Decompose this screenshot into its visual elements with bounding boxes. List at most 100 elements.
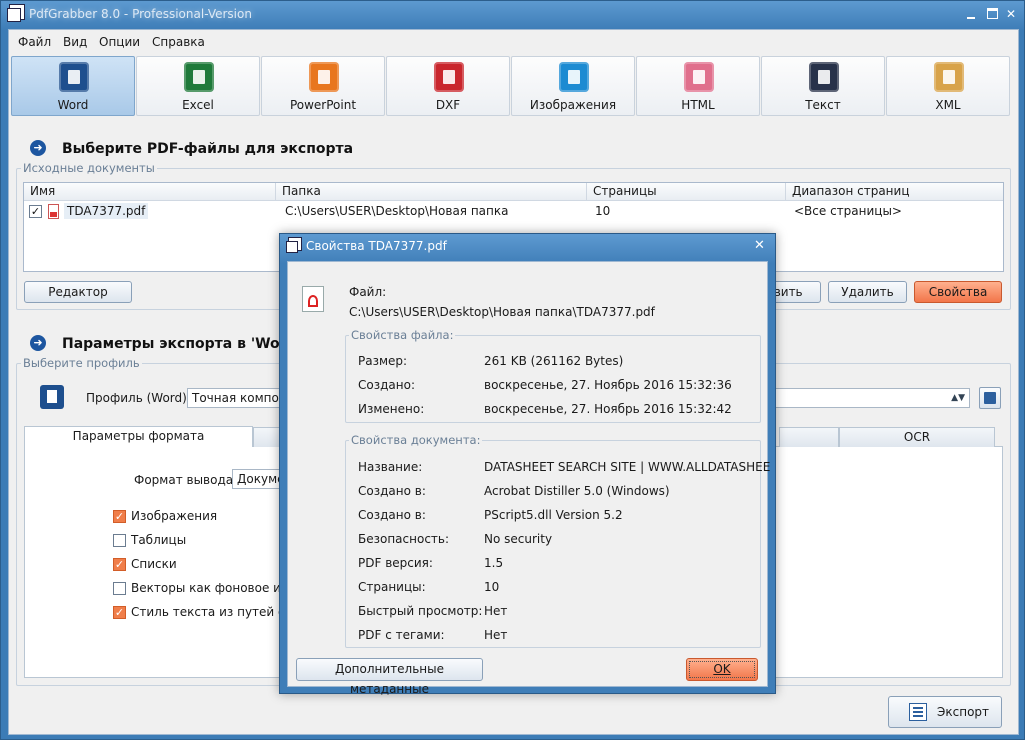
file-props-label: Свойства файла: (349, 328, 456, 342)
maximize-icon[interactable] (987, 8, 998, 19)
format-icon (184, 62, 214, 92)
option-checkbox[interactable] (113, 582, 126, 595)
format-button-3[interactable]: DXF (386, 56, 510, 116)
property-label: PDF с тегами: (358, 628, 445, 642)
dialog-close-icon[interactable]: ✕ (754, 238, 765, 253)
property-label: Изменено: (358, 402, 425, 416)
row-checkbox[interactable]: ✓ (29, 205, 42, 218)
tab-hidden-2[interactable] (779, 427, 839, 447)
word-profile-icon (40, 385, 64, 409)
extra-metadata-button[interactable]: Дополнительные метаданные (296, 658, 483, 696)
output-format-label: Формат вывода: (134, 473, 238, 487)
pdf-document-icon (302, 286, 324, 312)
menu-file[interactable]: Файл (18, 35, 51, 49)
profile-label: Профиль (Word): (86, 391, 191, 405)
format-button-5[interactable]: HTML (636, 56, 760, 116)
doc-props-label: Свойства документа: (349, 433, 483, 447)
property-label: Страницы: (358, 580, 426, 594)
format-label: HTML (681, 98, 715, 112)
format-button-4[interactable]: Изображения (511, 56, 635, 116)
format-toolbar: Word Excel PowerPoint DXF Изображения HTML Тек… (11, 56, 1016, 118)
save-profile-button[interactable] (979, 387, 1001, 409)
format-icon (934, 62, 964, 92)
close-icon[interactable]: ✕ (1005, 8, 1017, 20)
format-button-0[interactable]: Word (11, 56, 135, 116)
property-value: Нет (484, 604, 508, 618)
property-label: Название: (358, 460, 423, 474)
option-label: Изображения (131, 509, 218, 523)
menu-options[interactable]: Опции (99, 35, 140, 49)
row-folder: C:\Users\USER\Desktop\Новая папка (285, 204, 509, 218)
property-label: Создано в: (358, 508, 426, 522)
spin-arrows-icon[interactable]: ▲▼ (951, 389, 965, 407)
option-label: Списки (131, 557, 177, 571)
ok-button[interactable]: OK (686, 658, 758, 681)
row-pages: 10 (595, 204, 611, 218)
save-icon (984, 392, 996, 404)
editor-button[interactable]: Редактор (24, 281, 132, 303)
format-label: PowerPoint (289, 98, 357, 112)
source-docs-label: Исходные документы (21, 161, 157, 175)
format-button-1[interactable]: Excel (136, 56, 260, 116)
format-icon (309, 62, 339, 92)
file-path: C:\Users\USER\Desktop\Новая папка\TDA737… (349, 305, 655, 319)
tab-format-params[interactable]: Параметры формата (24, 426, 253, 447)
select-section-title: Выберите PDF-файлы для экспорта (62, 141, 354, 157)
pdf-file-icon (48, 204, 59, 219)
format-icon (684, 62, 714, 92)
format-icon (559, 62, 589, 92)
format-icon (434, 62, 464, 92)
option-label: Векторы как фоновое изоб (131, 581, 303, 595)
property-value: воскресенье, 27. Ноябрь 2016 15:32:36 (484, 378, 732, 392)
format-button-7[interactable]: XML (886, 56, 1010, 116)
dialog-icon (286, 241, 298, 253)
format-icon (809, 62, 839, 92)
format-label: Текст (805, 98, 841, 112)
property-label: Создано: (358, 378, 415, 392)
format-label: DXF (435, 98, 461, 112)
property-value: No security (484, 532, 553, 546)
menu-bar: Файл Вид Опции Справка (9, 30, 1018, 54)
output-format-combo[interactable]: Докумен (232, 469, 284, 489)
window-title: PdfGrabber 8.0 - Professional-Version (29, 7, 252, 21)
app-icon (7, 8, 21, 22)
export-button[interactable]: Экспорт (888, 696, 1002, 728)
col-header-folder[interactable]: Папка (276, 183, 587, 201)
dialog-client: Файл: C:\Users\USER\Desktop\Новая папка\… (287, 261, 771, 696)
title-bar[interactable]: PdfGrabber 8.0 - Professional-Version ✕ (1, 1, 1024, 29)
format-label: Изображения (529, 98, 617, 112)
col-header-name[interactable]: Имя (24, 183, 276, 201)
col-header-range[interactable]: Диапазон страниц (786, 183, 1003, 201)
option-checkbox[interactable]: ✓ (113, 606, 126, 619)
export-button-label: Экспорт (937, 705, 990, 719)
property-value: 1.5 (484, 556, 504, 570)
format-label: XML (935, 98, 961, 112)
format-button-2[interactable]: PowerPoint (261, 56, 385, 116)
format-button-6[interactable]: Текст (761, 56, 885, 116)
arrow-right-icon: ➜ (30, 140, 46, 156)
property-value: DATASHEET SEARCH SITE | WWW.ALLDATASHEE (484, 460, 771, 474)
option-checkbox[interactable]: ✓ (113, 558, 126, 571)
menu-view[interactable]: Вид (63, 35, 87, 49)
menu-help[interactable]: Справка (152, 35, 205, 49)
property-value: 10 (484, 580, 500, 594)
property-label: PDF версия: (358, 556, 433, 570)
option-checkbox[interactable]: ✓ (113, 510, 126, 523)
profile-group-label: Выберите профиль (21, 356, 142, 370)
properties-button[interactable]: Свойства (914, 281, 1002, 303)
property-label: Создано в: (358, 484, 426, 498)
dialog-title: Свойства TDA7377.pdf (306, 239, 447, 253)
export-icon (909, 703, 927, 721)
table-row[interactable]: ✓ TDA7377.pdf C:\Users\USER\Desktop\Нова… (24, 202, 1003, 222)
delete-button[interactable]: Удалить (828, 281, 907, 303)
format-icon (59, 62, 89, 92)
minimize-icon[interactable] (965, 8, 977, 20)
tab-ocr[interactable]: OCR (839, 427, 995, 447)
option-label: Таблицы (131, 533, 187, 547)
property-label: Безопасность: (358, 532, 450, 546)
export-section-title: Параметры экспорта в 'Word' (62, 336, 301, 352)
property-label: Размер: (358, 354, 408, 368)
properties-dialog: Свойства TDA7377.pdf ✕ Файл: C:\Users\US… (279, 233, 776, 696)
option-checkbox[interactable] (113, 534, 126, 547)
col-header-pages[interactable]: Страницы (587, 183, 786, 201)
